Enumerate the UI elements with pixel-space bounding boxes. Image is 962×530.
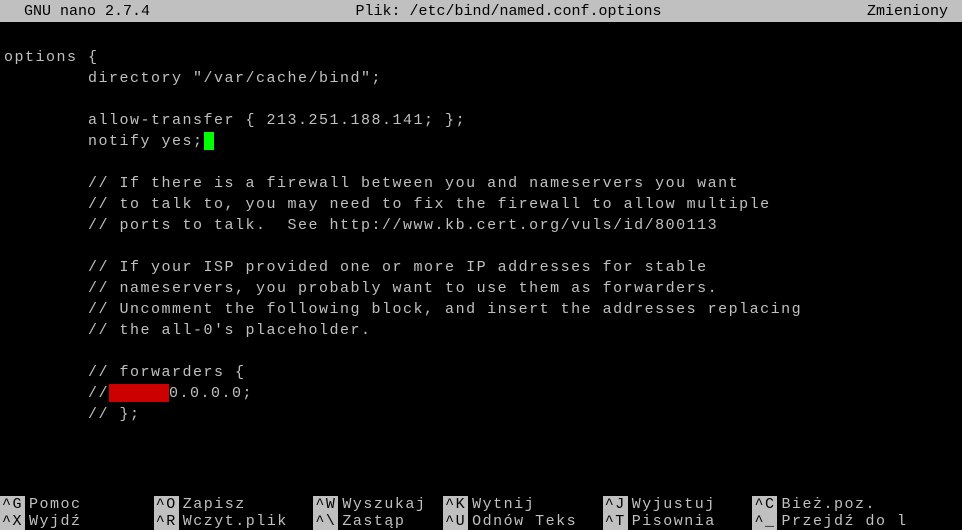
shortcut-item[interactable]: ^GPomoc bbox=[0, 496, 154, 513]
shortcut-bar: ^GPomoc^OZapisz^WWyszukaj^KWytnij^JWyjus… bbox=[0, 496, 962, 530]
shortcut-key: ^\ bbox=[313, 513, 338, 530]
app-name: GNU nano 2.7.4 bbox=[4, 3, 150, 20]
editor-line: // If there is a firewall between you an… bbox=[4, 173, 958, 194]
editor-line bbox=[4, 341, 958, 362]
editor-line: // }; bbox=[4, 404, 958, 425]
shortcut-label: Wczyt.plik bbox=[183, 513, 288, 530]
shortcut-item[interactable]: ^JWyjustuj bbox=[603, 496, 753, 513]
cursor bbox=[204, 132, 214, 150]
editor-line: // forwarders { bbox=[4, 362, 958, 383]
shortcut-item[interactable]: ^OZapisz bbox=[154, 496, 314, 513]
shortcut-label: Wyszukaj bbox=[342, 496, 426, 513]
shortcut-item[interactable]: ^XWyjdź bbox=[0, 513, 154, 530]
shortcut-key: ^G bbox=[0, 496, 25, 513]
shortcut-label: Wytnij bbox=[472, 496, 535, 513]
titlebar: GNU nano 2.7.4 Plik: /etc/bind/named.con… bbox=[0, 0, 962, 22]
editor-line bbox=[4, 236, 958, 257]
shortcut-key: ^W bbox=[313, 496, 338, 513]
editor-line: // If your ISP provided one or more IP a… bbox=[4, 257, 958, 278]
shortcut-key: ^T bbox=[603, 513, 628, 530]
shortcut-item[interactable]: ^RWczyt.plik bbox=[154, 513, 314, 530]
shortcut-item[interactable]: ^KWytnij bbox=[443, 496, 603, 513]
editor-line: // the all-0's placeholder. bbox=[4, 320, 958, 341]
shortcut-key: ^J bbox=[603, 496, 628, 513]
shortcut-key: ^R bbox=[154, 513, 179, 530]
shortcut-label: Przejdź do l bbox=[781, 513, 907, 530]
editor-line: options { bbox=[4, 47, 958, 68]
shortcut-label: Pomoc bbox=[29, 496, 82, 513]
shortcut-label: Bież.poz. bbox=[781, 496, 876, 513]
editor-line bbox=[4, 152, 958, 173]
shortcut-label: Pisownia bbox=[632, 513, 716, 530]
highlighted-block bbox=[109, 384, 169, 402]
editor-line bbox=[4, 89, 958, 110]
editor-line: allow-transfer { 213.251.188.141; }; bbox=[4, 110, 958, 131]
shortcut-label: Wyjdź bbox=[29, 513, 82, 530]
shortcut-label: Wyjustuj bbox=[632, 496, 716, 513]
shortcut-label: Zastąp bbox=[342, 513, 405, 530]
file-path: Plik: /etc/bind/named.conf.options bbox=[150, 3, 867, 20]
shortcut-key: ^_ bbox=[752, 513, 777, 530]
shortcut-label: Odnów Teks bbox=[472, 513, 577, 530]
shortcut-key: ^U bbox=[443, 513, 468, 530]
shortcut-item[interactable]: ^CBież.poz. bbox=[752, 496, 962, 513]
editor-content[interactable]: options { directory "/var/cache/bind"; a… bbox=[0, 22, 962, 429]
editor-line: //0.0.0.0; bbox=[4, 383, 958, 404]
shortcut-item[interactable]: ^TPisownia bbox=[603, 513, 753, 530]
editor-line: // Uncomment the following block, and in… bbox=[4, 299, 958, 320]
shortcut-label: Zapisz bbox=[183, 496, 246, 513]
editor-line: // nameservers, you probably want to use… bbox=[4, 278, 958, 299]
modified-status: Zmieniony bbox=[867, 3, 958, 20]
shortcut-key: ^O bbox=[154, 496, 179, 513]
shortcut-item[interactable]: ^WWyszukaj bbox=[313, 496, 443, 513]
editor-line: notify yes; bbox=[4, 131, 958, 152]
editor-line: // to talk to, you may need to fix the f… bbox=[4, 194, 958, 215]
editor-line bbox=[4, 26, 958, 47]
shortcut-key: ^X bbox=[0, 513, 25, 530]
editor-line: // ports to talk. See http://www.kb.cert… bbox=[4, 215, 958, 236]
shortcut-item[interactable]: ^_Przejdź do l bbox=[752, 513, 962, 530]
shortcut-key: ^K bbox=[443, 496, 468, 513]
shortcut-item[interactable]: ^UOdnów Teks bbox=[443, 513, 603, 530]
shortcut-item[interactable]: ^\Zastąp bbox=[313, 513, 443, 530]
shortcut-key: ^C bbox=[752, 496, 777, 513]
editor-line: directory "/var/cache/bind"; bbox=[4, 68, 958, 89]
